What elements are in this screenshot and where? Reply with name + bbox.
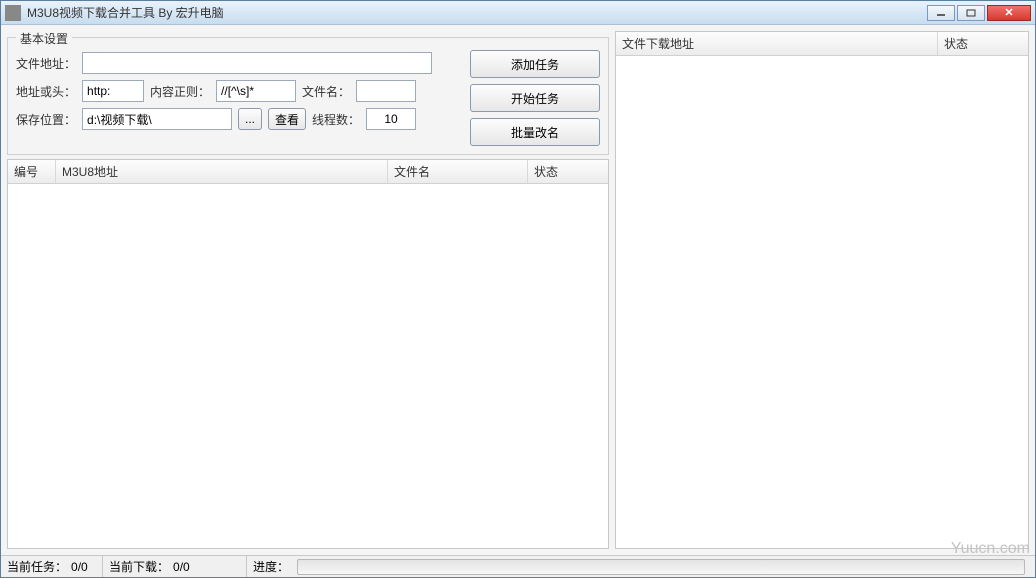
view-button[interactable]: 查看 <box>268 108 306 130</box>
col-download-url[interactable]: 文件下载地址 <box>616 32 938 55</box>
browse-button[interactable]: ... <box>238 108 262 130</box>
col-url[interactable]: M3U8地址 <box>56 160 388 183</box>
col-download-status[interactable]: 状态 <box>938 32 1028 55</box>
filename-input[interactable] <box>356 80 416 102</box>
app-icon <box>5 5 21 21</box>
side-table-header: 文件下载地址 状态 <box>616 32 1028 56</box>
current-task-status: 当前任务：0/0 <box>1 556 103 577</box>
statusbar: 当前任务：0/0 当前下载：0/0 进度： <box>1 555 1035 577</box>
threads-input[interactable] <box>366 108 416 130</box>
add-task-button[interactable]: 添加任务 <box>470 50 600 78</box>
minimize-icon <box>936 9 946 17</box>
file-url-input[interactable] <box>82 52 432 74</box>
col-filename[interactable]: 文件名 <box>388 160 528 183</box>
regex-input[interactable] <box>216 80 296 102</box>
group-title: 基本设置 <box>16 30 72 47</box>
minimize-button[interactable] <box>927 5 955 21</box>
file-url-label: 文件地址： <box>16 55 76 72</box>
current-download-status: 当前下载：0/0 <box>103 556 247 577</box>
col-status[interactable]: 状态 <box>528 160 608 183</box>
download-table: 文件下载地址 状态 <box>615 31 1029 549</box>
url-head-label: 地址或头： <box>16 83 76 100</box>
progress-label: 进度： <box>253 558 289 575</box>
table-header: 编号 M3U8地址 文件名 状态 <box>8 160 608 184</box>
side-table-body[interactable] <box>616 56 1028 548</box>
maximize-icon <box>966 9 976 17</box>
window-title: M3U8视频下载合并工具 By 宏升电脑 <box>27 4 925 21</box>
url-head-input[interactable] <box>82 80 144 102</box>
close-button[interactable]: ✕ <box>987 5 1031 21</box>
filename-label: 文件名： <box>302 83 350 100</box>
save-path-input[interactable] <box>82 108 232 130</box>
maximize-button[interactable] <box>957 5 985 21</box>
start-task-button[interactable]: 开始任务 <box>470 84 600 112</box>
titlebar: M3U8视频下载合并工具 By 宏升电脑 ✕ <box>1 1 1035 25</box>
save-path-label: 保存位置： <box>16 111 76 128</box>
main-task-table: 编号 M3U8地址 文件名 状态 <box>7 159 609 549</box>
progress-status: 进度： <box>247 556 1035 577</box>
progress-bar <box>297 559 1025 575</box>
regex-label: 内容正则： <box>150 83 210 100</box>
basic-settings-group: 基本设置 文件地址： 地址或头： 内容正则： <box>7 37 609 155</box>
main-table-body[interactable] <box>8 184 608 548</box>
close-icon: ✕ <box>1004 6 1013 19</box>
watermark: Yuucn.com <box>951 540 1030 558</box>
threads-label: 线程数： <box>312 111 360 128</box>
batch-rename-button[interactable]: 批量改名 <box>470 118 600 146</box>
col-index[interactable]: 编号 <box>8 160 56 183</box>
